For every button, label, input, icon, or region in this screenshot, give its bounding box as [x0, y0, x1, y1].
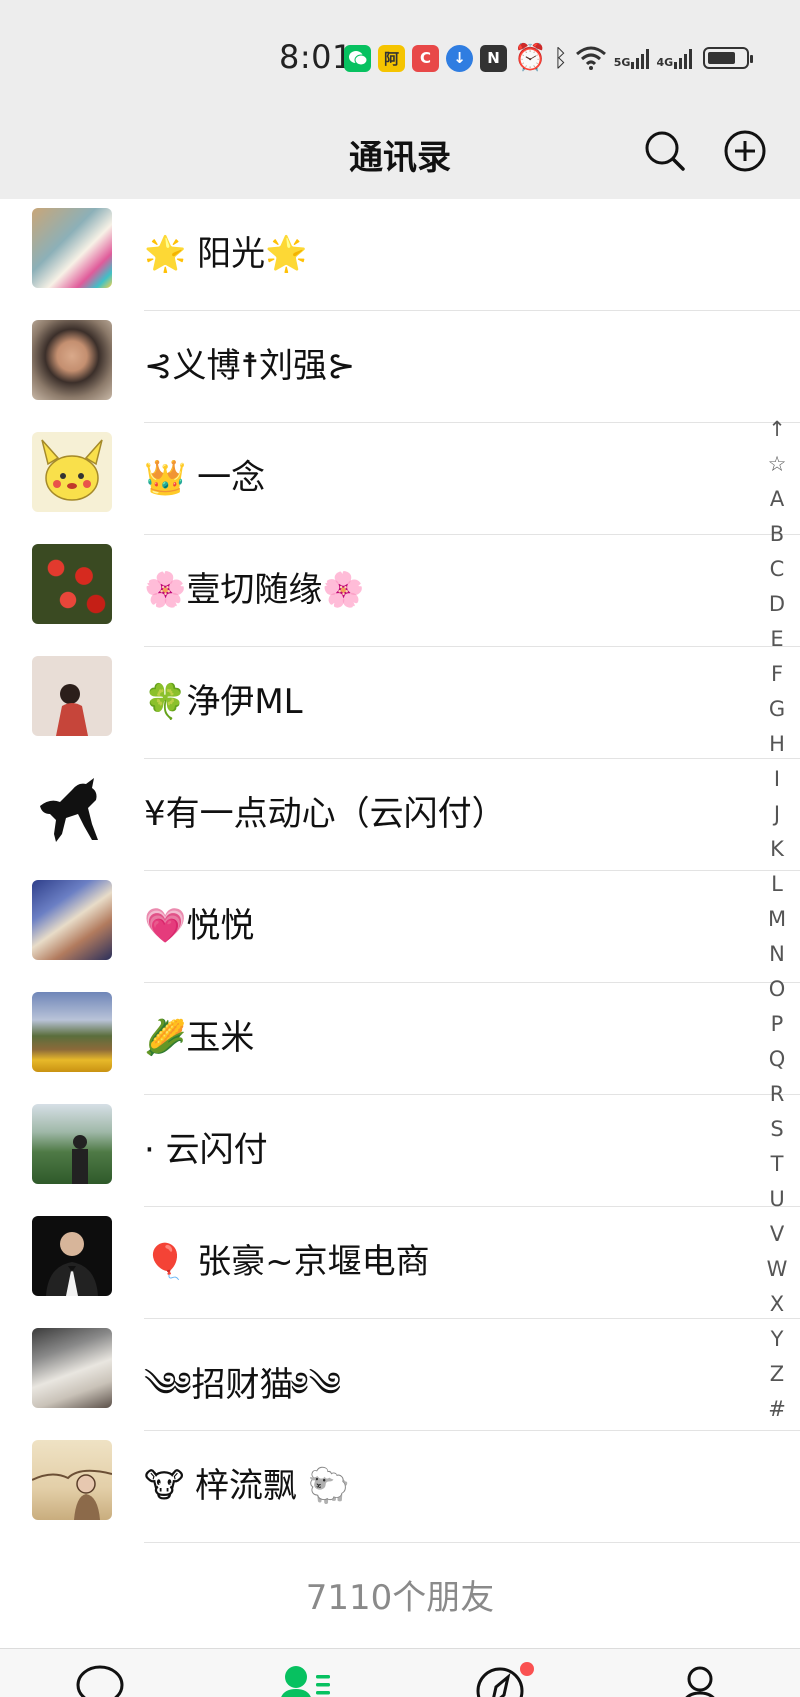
bluetooth-icon: ᛒ	[553, 44, 568, 72]
plus-circle-icon	[724, 130, 766, 172]
index-star[interactable]: ☆	[764, 447, 790, 482]
index-hash[interactable]: #	[764, 1392, 790, 1427]
contact-name: 🎈 张豪~京堰电商	[144, 1242, 430, 1282]
contact-name: ¥有一点动心（云闪付）	[144, 794, 506, 834]
status-bar: 8:01 阿 C ↓ N ⏰ ᛒ 5G 4G	[0, 0, 800, 104]
network-label-4g: 4G	[656, 56, 674, 69]
contact-avatar	[32, 432, 112, 512]
contact-row[interactable]: 🎈 张豪~京堰电商	[0, 1207, 800, 1319]
network-label-5g: 5G	[613, 56, 631, 69]
index-letter-e[interactable]: E	[764, 622, 790, 657]
contact-row[interactable]: 🌟 阳光🌟	[0, 199, 800, 311]
index-letter-g[interactable]: G	[764, 692, 790, 727]
index-letter-q[interactable]: Q	[764, 1042, 790, 1077]
contact-avatar	[32, 544, 112, 624]
index-letter-b[interactable]: B	[764, 517, 790, 552]
contact-list: 🌟 阳光🌟 ⊰义博☨刘强⊱ 👑 一念 🌸壹切随缘🌸 🍀浄伊ML ¥有一点动心（云…	[0, 199, 800, 1543]
person-icon	[685, 1666, 715, 1697]
contacts-icon	[281, 1666, 330, 1697]
contact-avatar	[32, 1104, 112, 1184]
contact-name: 🌸壹切随缘🌸	[144, 570, 365, 610]
alphabet-index[interactable]: ↑ ☆ A B C D E F G H I J K L M N O P Q R …	[764, 412, 790, 1427]
index-letter-k[interactable]: K	[764, 832, 790, 867]
tab-me[interactable]	[670, 1661, 730, 1697]
contact-name: 💗悦悦	[144, 906, 255, 946]
game-app-icon: C	[412, 44, 439, 72]
contact-name: · 云闪付	[144, 1130, 268, 1170]
status-time: 8:01	[279, 38, 353, 76]
index-letter-m[interactable]: M	[764, 902, 790, 937]
contact-avatar	[32, 1440, 112, 1520]
contact-name: 🐮 梓流飘 🐑	[144, 1466, 351, 1506]
contact-name: 🌽玉米	[144, 1018, 255, 1058]
search-icon	[645, 131, 685, 171]
chat-bubble-icon	[76, 1665, 124, 1697]
alarm-icon: ⏰	[514, 43, 547, 73]
index-letter-h[interactable]: H	[764, 727, 790, 762]
title-bar: 通讯录	[0, 104, 800, 199]
index-letter-l[interactable]: L	[764, 867, 790, 902]
battery-icon	[703, 47, 754, 69]
contact-row[interactable]: 👑 一念	[0, 423, 800, 535]
download-app-icon: ↓	[446, 44, 473, 72]
contact-name: ⊰义博☨刘强⊱	[144, 346, 356, 386]
index-letter-s[interactable]: S	[764, 1112, 790, 1147]
contact-avatar	[32, 992, 112, 1072]
row-divider	[144, 1542, 800, 1543]
tab-contacts[interactable]	[276, 1661, 336, 1697]
contact-avatar	[32, 1328, 112, 1408]
contact-avatar	[32, 320, 112, 400]
contact-name: 🌟 阳光🌟	[144, 234, 308, 274]
contact-row[interactable]: ⊰义博☨刘强⊱	[0, 311, 800, 423]
friend-count: 7110个朋友	[305, 1578, 495, 1618]
wechat-icon	[344, 44, 371, 72]
contact-row[interactable]: ¥有一点动心（云闪付）	[0, 759, 800, 871]
contact-name: 👑 一念	[144, 458, 266, 498]
index-letter-o[interactable]: O	[764, 972, 790, 1007]
search-button[interactable]	[642, 128, 688, 174]
index-letter-p[interactable]: P	[764, 1007, 790, 1042]
index-letter-d[interactable]: D	[764, 587, 790, 622]
contact-row[interactable]: ༄༅招财猫༅༄	[0, 1319, 800, 1431]
contact-avatar	[32, 1216, 112, 1296]
contact-row[interactable]: 🌽玉米	[0, 983, 800, 1095]
index-letter-x[interactable]: X	[764, 1287, 790, 1322]
signal-4g-icon: 4G	[656, 47, 693, 69]
index-letter-c[interactable]: C	[764, 552, 790, 587]
index-letter-r[interactable]: R	[764, 1077, 790, 1112]
index-letter-z[interactable]: Z	[764, 1357, 790, 1392]
index-letter-a[interactable]: A	[764, 482, 790, 517]
index-letter-n[interactable]: N	[764, 937, 790, 972]
index-letter-v[interactable]: V	[764, 1217, 790, 1252]
bottom-tab-bar	[0, 1648, 800, 1697]
add-button[interactable]	[722, 128, 768, 174]
tab-chats[interactable]	[70, 1661, 130, 1697]
contact-avatar	[32, 656, 112, 736]
contact-avatar	[32, 768, 112, 848]
contact-avatar	[32, 880, 112, 960]
index-letter-j[interactable]: J	[764, 797, 790, 832]
index-letter-y[interactable]: Y	[764, 1322, 790, 1357]
contact-name: ༄༅招财猫༅༄	[144, 1365, 342, 1405]
index-letter-w[interactable]: W	[764, 1252, 790, 1287]
index-letter-t[interactable]: T	[764, 1147, 790, 1182]
contact-row[interactable]: · 云闪付	[0, 1095, 800, 1207]
contact-row[interactable]: 🐮 梓流飘 🐑	[0, 1431, 800, 1543]
index-up-arrow[interactable]: ↑	[764, 412, 790, 447]
contact-row[interactable]: 🌸壹切随缘🌸	[0, 535, 800, 647]
discover-badge-dot	[520, 1662, 534, 1676]
contact-avatar	[32, 208, 112, 288]
nfc-icon: N	[480, 44, 507, 72]
contact-name: 🍀浄伊ML	[144, 682, 303, 722]
status-icons: 阿 C ↓ N ⏰ ᛒ 5G 4G	[344, 40, 754, 76]
index-letter-f[interactable]: F	[764, 657, 790, 692]
contact-row[interactable]: 🍀浄伊ML	[0, 647, 800, 759]
shopping-app-icon: 阿	[378, 44, 405, 72]
wifi-icon	[575, 46, 606, 70]
index-letter-i[interactable]: I	[764, 762, 790, 797]
index-letter-u[interactable]: U	[764, 1182, 790, 1217]
contact-row[interactable]: 💗悦悦	[0, 871, 800, 983]
signal-5g-icon: 5G	[614, 47, 650, 69]
